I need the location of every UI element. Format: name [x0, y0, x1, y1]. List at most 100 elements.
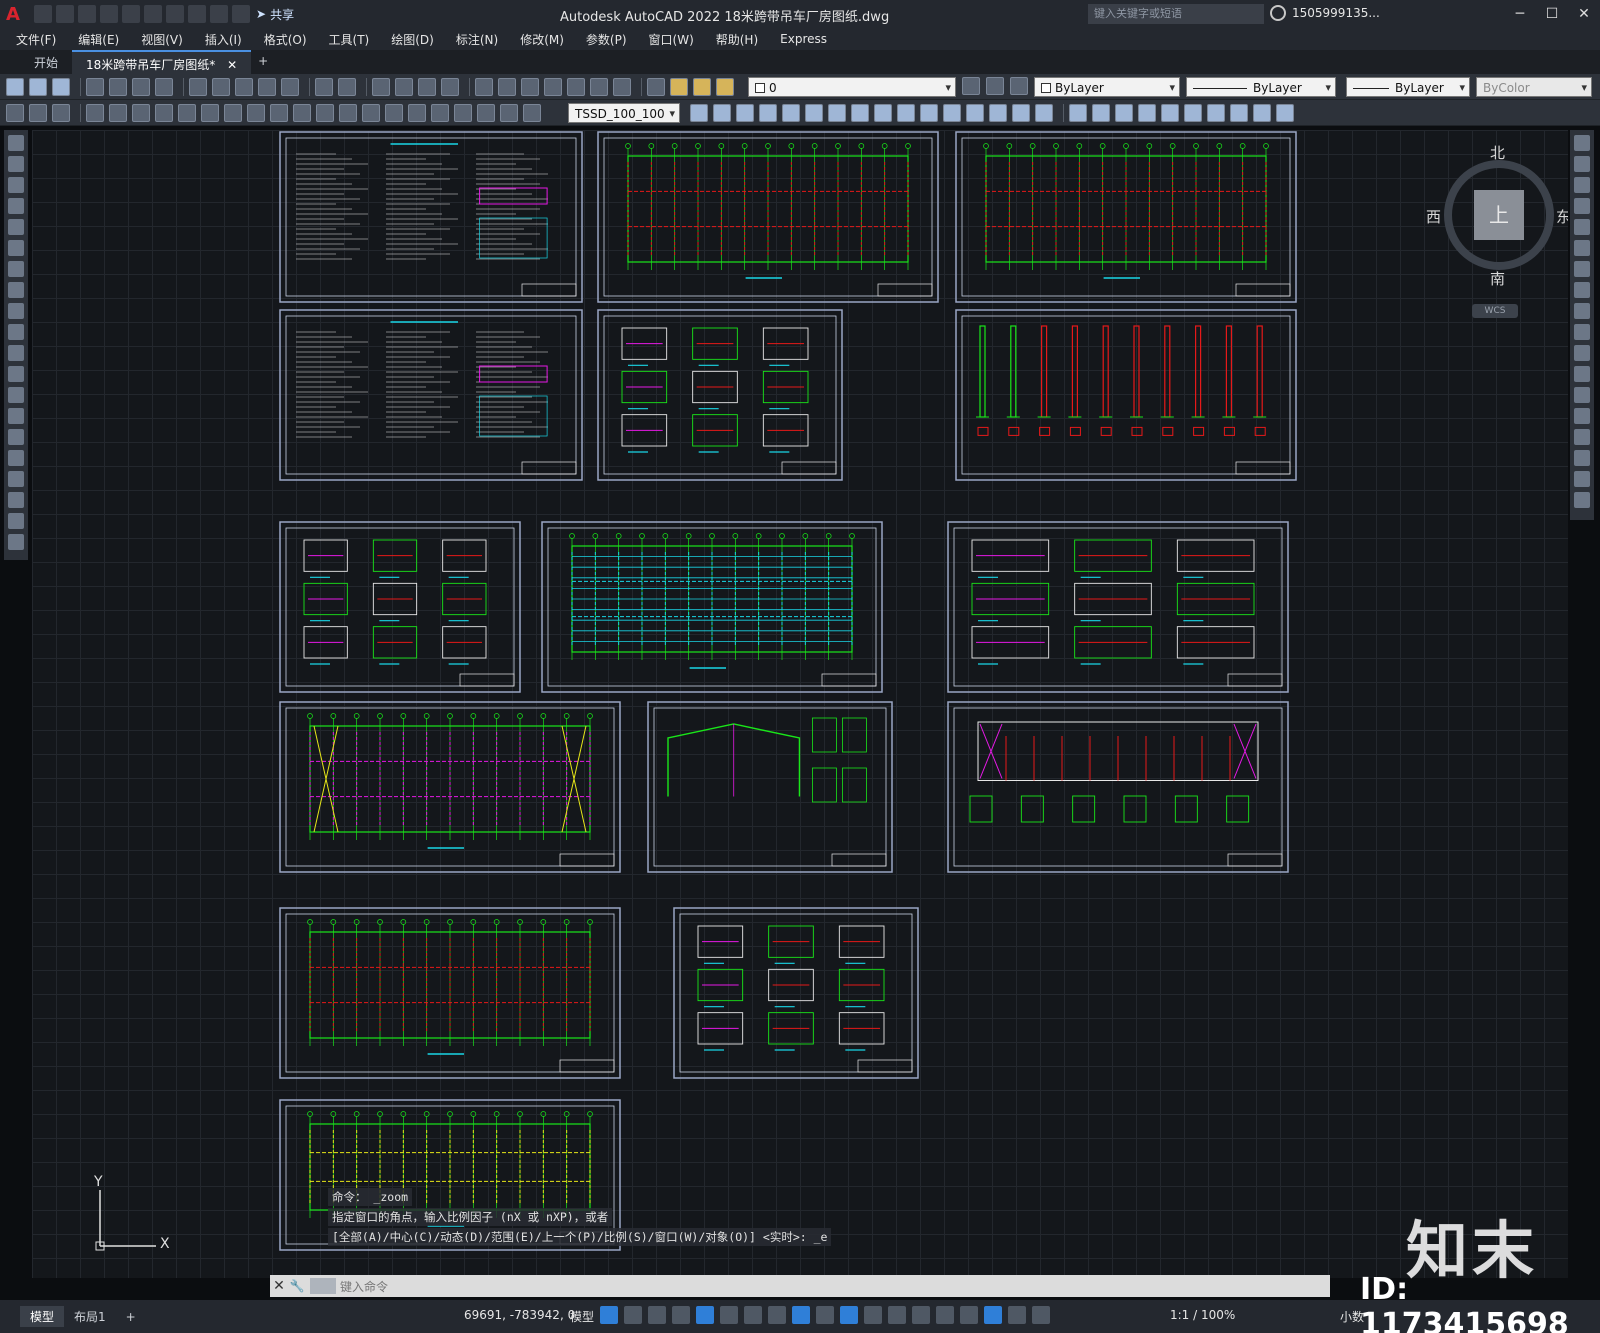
- transparency-toggle-icon[interactable]: [840, 1306, 858, 1324]
- compass-south[interactable]: 南: [1490, 268, 1505, 289]
- break-palette-icon[interactable]: [1574, 387, 1590, 403]
- ordinate-dim-icon[interactable]: [155, 103, 173, 122]
- grid-toggle-icon[interactable]: [600, 1306, 618, 1324]
- wcs-menu[interactable]: WCS: [1472, 304, 1518, 318]
- layer-on-icon[interactable]: [670, 77, 688, 96]
- tool-palettes-icon[interactable]: [521, 77, 539, 96]
- dynamic-input-icon[interactable]: [672, 1306, 690, 1324]
- tab-layout1[interactable]: 布局1: [64, 1306, 116, 1327]
- menu-insert[interactable]: 插入(I): [205, 31, 242, 48]
- move-icon[interactable]: [805, 104, 823, 122]
- layer-states-icon[interactable]: [1010, 77, 1028, 95]
- point-palette-icon[interactable]: [8, 408, 24, 424]
- polygon-icon[interactable]: [8, 198, 24, 214]
- ortho-toggle-icon[interactable]: [696, 1306, 714, 1324]
- dim-edit-icon[interactable]: [477, 103, 495, 122]
- tab-start[interactable]: 开始: [20, 50, 72, 74]
- undo-icon[interactable]: [188, 5, 206, 23]
- array-palette-icon[interactable]: [1574, 219, 1590, 235]
- layer-dropdown[interactable]: 0: [748, 77, 956, 98]
- mirror-palette-icon[interactable]: [1574, 177, 1590, 193]
- autocad-logo-icon[interactable]: A: [0, 0, 26, 28]
- chamfer-palette-icon[interactable]: [1574, 429, 1590, 445]
- customize-wrench-icon[interactable]: 🔧: [288, 1279, 306, 1293]
- chamfer-icon[interactable]: [989, 104, 1007, 122]
- stretch-palette-icon[interactable]: [1574, 303, 1590, 319]
- ellipse-arc-icon[interactable]: [8, 345, 24, 361]
- pan-icon[interactable]: [372, 77, 390, 96]
- rotate-palette-icon[interactable]: [1574, 261, 1590, 277]
- inspection-icon[interactable]: [431, 103, 449, 122]
- zoom-realtime-icon[interactable]: [395, 77, 413, 96]
- explode-icon[interactable]: [1035, 104, 1053, 122]
- fillet-palette-icon[interactable]: [1574, 450, 1590, 466]
- trim-palette-icon[interactable]: [1574, 324, 1590, 340]
- dim-text-edit-icon[interactable]: [500, 103, 518, 122]
- menu-help[interactable]: 帮助(H): [716, 31, 758, 48]
- dim-break-icon[interactable]: [362, 103, 380, 122]
- angular-dim-icon[interactable]: [247, 103, 265, 122]
- hatch-icon[interactable]: [1276, 104, 1294, 122]
- maximize-button[interactable]: ☐: [1536, 0, 1568, 28]
- save-icon[interactable]: [78, 5, 96, 23]
- command-input[interactable]: 键入命令: [340, 1278, 388, 1295]
- hatch-back-icon[interactable]: [1184, 104, 1202, 122]
- make-block-icon[interactable]: [1230, 104, 1248, 122]
- point-icon[interactable]: [1253, 104, 1271, 122]
- gradient-icon[interactable]: [8, 450, 24, 466]
- 3d-osnap-icon[interactable]: [888, 1306, 906, 1324]
- new-tab-button[interactable]: +: [251, 50, 275, 74]
- menu-dimension[interactable]: 标注(N): [456, 31, 498, 48]
- user-account[interactable]: 1505999135...: [1292, 6, 1380, 20]
- tolerance-icon[interactable]: [385, 103, 403, 122]
- make-current-layer-icon[interactable]: [962, 77, 980, 95]
- share-button[interactable]: ➤ 共享: [256, 6, 294, 23]
- minimize-button[interactable]: ─: [1504, 0, 1536, 28]
- layer-freeze-icon[interactable]: [693, 77, 711, 96]
- sheet-gutter-details[interactable]: [673, 907, 919, 1079]
- quick-dim-icon[interactable]: [270, 103, 288, 122]
- drawing-canvas[interactable]: 上 北 南 西 东 WCS Y X: [32, 130, 1568, 1278]
- blend-palette-icon[interactable]: [1574, 471, 1590, 487]
- menu-express[interactable]: Express: [780, 32, 827, 46]
- object-snap-tracking-icon[interactable]: [768, 1306, 786, 1324]
- copy-palette-icon[interactable]: [1574, 156, 1590, 172]
- tab-model[interactable]: 模型: [20, 1306, 65, 1327]
- dim-space-icon[interactable]: [339, 103, 357, 122]
- 3d-dwf-icon[interactable]: [155, 77, 173, 96]
- save-as-icon[interactable]: [100, 5, 118, 23]
- polar-tracking-icon[interactable]: [720, 1306, 738, 1324]
- auto-scale-icon[interactable]: [1008, 1306, 1026, 1324]
- send-under-icon[interactable]: [1138, 104, 1156, 122]
- radius-dim-icon[interactable]: [178, 103, 196, 122]
- infer-constraints-icon[interactable]: [648, 1306, 666, 1324]
- open-from-web-icon[interactable]: [122, 5, 140, 23]
- continue-dim-icon[interactable]: [316, 103, 334, 122]
- annotation-scale-icon[interactable]: [1032, 1306, 1050, 1324]
- break-point-palette-icon[interactable]: [1574, 366, 1590, 382]
- rotate-icon[interactable]: [828, 104, 846, 122]
- dynamic-ucs-icon[interactable]: [912, 1306, 930, 1324]
- layer-match-icon[interactable]: [29, 103, 47, 122]
- plot-icon[interactable]: [166, 5, 184, 23]
- layer-previous-icon[interactable]: [986, 77, 1004, 95]
- sheet-general-notes-1[interactable]: [279, 131, 583, 303]
- match-properties-icon[interactable]: [258, 77, 276, 96]
- sheet-column-layout-plan[interactable]: [955, 131, 1297, 303]
- linetype-dropdown[interactable]: ByLayer: [1186, 77, 1336, 98]
- ellipse-icon[interactable]: [8, 324, 24, 340]
- mirror-icon[interactable]: [736, 104, 754, 122]
- markup-icon[interactable]: [567, 77, 585, 96]
- scale-icon[interactable]: [851, 104, 869, 122]
- sheet-foundation-plan[interactable]: [597, 131, 939, 303]
- annotation-scale[interactable]: 1:1 / 100%: [1170, 1308, 1235, 1322]
- lineweight-dropdown[interactable]: ByLayer: [1346, 77, 1470, 98]
- help-icon[interactable]: [613, 77, 631, 96]
- offset-palette-icon[interactable]: [1574, 198, 1590, 214]
- sheet-wall-bracing-elevation[interactable]: [947, 701, 1289, 873]
- add-layout-button[interactable]: +: [116, 1308, 146, 1326]
- diameter-dim-icon[interactable]: [224, 103, 242, 122]
- search-icon[interactable]: [1270, 5, 1286, 21]
- circle-icon[interactable]: [8, 261, 24, 277]
- sheet-roof-purlin-plan[interactable]: [541, 521, 883, 693]
